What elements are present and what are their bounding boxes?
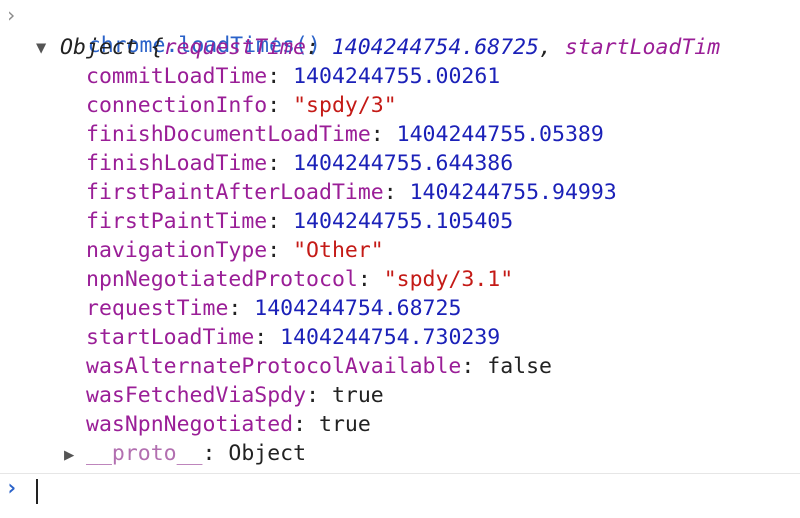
console-prompt-input[interactable] — [36, 479, 38, 504]
property-key: finishLoadTime — [86, 151, 268, 176]
property-row: finishDocumentLoadTime: 1404244755.05389 — [86, 120, 604, 149]
property-colon: : — [267, 238, 294, 263]
property-key: wasAlternateProtocolAvailable — [86, 354, 462, 379]
property-value: 1404244754.730239 — [280, 325, 501, 350]
proto-row[interactable]: __proto__: Object — [86, 439, 306, 468]
property-row: firstPaintTime: 1404244755.105405 — [86, 207, 513, 236]
property-key: wasFetchedViaSpdy — [86, 383, 307, 408]
property-value: 1404244755.05389 — [396, 122, 604, 147]
property-key: npnNegotiatedProtocol — [86, 267, 358, 292]
property-colon: : — [267, 93, 294, 118]
console-input-echo: chrome.loadTimes() — [36, 2, 321, 58]
property-colon: : — [383, 180, 410, 205]
property-value: 1404244754.68725 — [254, 296, 462, 321]
property-value: "Other" — [293, 238, 384, 263]
proto-colon: : — [202, 441, 229, 466]
preview-key2: startLoadTim — [564, 35, 721, 60]
property-colon: : — [267, 209, 294, 234]
property-colon: : — [228, 296, 255, 321]
property-value: true — [319, 412, 371, 437]
property-value: 1404244755.00261 — [293, 64, 501, 89]
property-key: requestTime — [86, 296, 229, 321]
property-value: 1404244755.105405 — [293, 209, 514, 234]
property-key: finishDocumentLoadTime — [86, 122, 371, 147]
object-label: Object { — [60, 35, 164, 60]
property-key: firstPaintAfterLoadTime — [86, 180, 384, 205]
chevron-right-icon: › — [5, 476, 19, 501]
property-colon: : — [461, 354, 488, 379]
triangle-down-icon[interactable]: ▼ — [36, 38, 46, 58]
property-row: requestTime: 1404244754.68725 — [86, 294, 461, 323]
property-value: 1404244755.644386 — [293, 151, 514, 176]
property-key: startLoadTime — [86, 325, 255, 350]
property-key: navigationType — [86, 238, 268, 263]
property-key: wasNpnNegotiated — [86, 412, 294, 437]
preview-value: 1404244754.68725 — [331, 35, 539, 60]
property-row: finishLoadTime: 1404244755.644386 — [86, 149, 513, 178]
property-row: npnNegotiatedProtocol: "spdy/3.1" — [86, 265, 513, 294]
proto-value: Object — [228, 441, 307, 466]
property-value: true — [331, 383, 384, 408]
property-value: false — [487, 354, 553, 379]
property-key: firstPaintTime — [86, 209, 268, 234]
property-row: connectionInfo: "spdy/3" — [86, 91, 397, 120]
property-key: connectionInfo — [86, 93, 268, 118]
property-colon: : — [267, 64, 294, 89]
property-value: 1404244755.94993 — [409, 180, 617, 205]
property-colon: : — [293, 412, 319, 437]
property-value: "spdy/3.1" — [383, 267, 514, 292]
chevron-right-icon: › — [5, 3, 18, 27]
property-colon: : — [357, 267, 384, 292]
proto-key: __proto__ — [86, 441, 203, 466]
property-colon: : — [370, 122, 397, 147]
property-colon: : — [254, 325, 281, 350]
console-panel: › chrome.loadTimes() ▼ Object {requestTi… — [0, 0, 800, 518]
preview-comma: , — [538, 35, 565, 60]
property-row: firstPaintAfterLoadTime: 1404244755.9499… — [86, 178, 617, 207]
property-row: commitLoadTime: 1404244755.00261 — [86, 62, 500, 91]
property-key: commitLoadTime — [86, 64, 268, 89]
object-summary[interactable]: Object {requestTime: 1404244754.68725, s… — [60, 33, 720, 62]
property-colon: : — [267, 151, 294, 176]
property-colon: : — [306, 383, 332, 408]
preview-colon: : — [305, 35, 332, 60]
prompt-divider — [0, 473, 800, 474]
preview-key: requestTime — [163, 35, 306, 60]
property-row: wasFetchedViaSpdy: true — [86, 381, 384, 410]
property-row: navigationType: "Other" — [86, 236, 384, 265]
property-row: wasNpnNegotiated: true — [86, 410, 371, 439]
property-row: startLoadTime: 1404244754.730239 — [86, 323, 500, 352]
triangle-right-icon[interactable]: ▶ — [64, 445, 74, 465]
property-row: wasAlternateProtocolAvailable: false — [86, 352, 552, 381]
property-value: "spdy/3" — [293, 93, 397, 118]
